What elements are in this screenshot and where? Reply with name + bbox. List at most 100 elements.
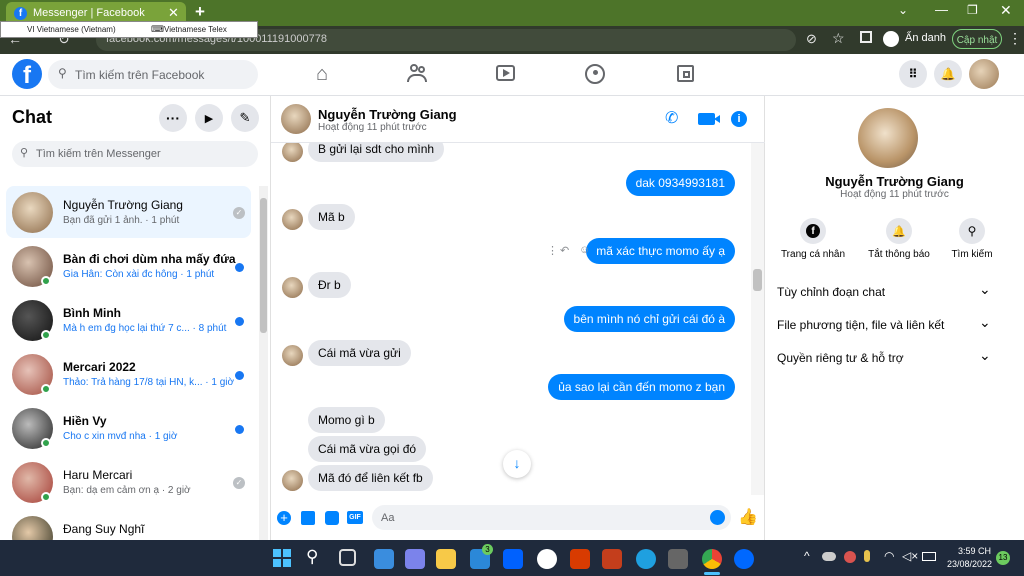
video-room-button[interactable]: ▶: [195, 104, 223, 132]
message-bubble-received[interactable]: Cái mã vừa gửi: [308, 340, 411, 366]
sidepanel-icon[interactable]: [860, 31, 872, 43]
facebook-logo-icon[interactable]: f: [12, 59, 42, 89]
close-window-button[interactable]: ✕: [1000, 2, 1012, 19]
bookmark-star-icon[interactable]: ☆: [832, 30, 845, 47]
conversation-item[interactable]: Nguyễn Trường Giang Bạn đã gửi 1 ảnh. · 1…: [6, 186, 251, 238]
mail-badge: 3: [482, 544, 493, 555]
battery-icon[interactable]: [922, 552, 936, 561]
github-icon[interactable]: [537, 549, 557, 569]
home-icon[interactable]: ⌂: [316, 63, 328, 86]
phone-call-icon[interactable]: ✆: [665, 108, 678, 128]
message-bubble-sent[interactable]: ủa sao lại cần đến momo z bạn: [548, 374, 735, 400]
react-emoji-icon[interactable]: ☺: [579, 244, 590, 256]
section-media-files[interactable]: File phương tiện, file và liên kết ⌄: [765, 311, 1005, 337]
message-bubble-received[interactable]: Mã đó để liên kết fb: [308, 465, 433, 491]
more-vertical-icon[interactable]: ⋮: [547, 244, 558, 257]
office-icon[interactable]: [570, 549, 590, 569]
gif-icon[interactable]: GIF: [347, 511, 363, 524]
task-view-icon[interactable]: [339, 549, 356, 566]
file-explorer-icon[interactable]: [436, 549, 456, 569]
conversation-item[interactable]: Hiền Vy Cho c xin mvđ nha · 1 giờ: [6, 402, 251, 454]
ime-language[interactable]: VI Vietnamese (Vietnam): [27, 25, 116, 34]
notifications-button[interactable]: 🔔: [934, 60, 962, 88]
dropbox-icon[interactable]: [503, 549, 523, 569]
message-input[interactable]: Aa: [372, 505, 731, 530]
cloud-icon[interactable]: [822, 552, 836, 561]
widgets-icon[interactable]: [374, 549, 394, 569]
section-privacy[interactable]: Quyền riêng tư & hỗ trợ ⌄: [765, 344, 1005, 370]
eye-off-icon[interactable]: ⊘: [806, 31, 817, 47]
tab-close-icon[interactable]: ✕: [168, 5, 179, 21]
video-call-icon[interactable]: [698, 113, 720, 125]
conversation-info-icon[interactable]: i: [731, 111, 747, 127]
show-hidden-icons[interactable]: ^: [804, 549, 810, 563]
microphone-icon[interactable]: [864, 550, 870, 562]
section-customize-chat[interactable]: Tùy chỉnh đoạn chat ⌄: [765, 278, 1005, 304]
chat-scrollbar-thumb[interactable]: [753, 269, 762, 291]
message-bubble-received[interactable]: Mã b: [308, 204, 355, 230]
friends-icon[interactable]: [407, 64, 427, 82]
zalo-icon[interactable]: [734, 549, 754, 569]
taskbar-search-icon[interactable]: ⚲: [306, 547, 318, 567]
message-bubble-sent[interactable]: bên mình nó chỉ gửi cái đó à: [563, 306, 735, 332]
message-bubble-sent[interactable]: dak 0934993181: [625, 170, 735, 196]
menu-grid-button[interactable]: ⠿: [899, 60, 927, 88]
minimize-button[interactable]: —: [935, 2, 948, 17]
emoji-icon[interactable]: [710, 510, 725, 525]
browser-menu-icon[interactable]: ⋮: [1008, 30, 1022, 47]
chevron-down-icon: ⌄: [979, 281, 991, 297]
account-avatar[interactable]: [969, 59, 999, 89]
watch-icon[interactable]: [496, 65, 515, 81]
tray-app-icon[interactable]: [844, 551, 856, 563]
profile-avatar[interactable]: [858, 108, 918, 168]
gaming-icon[interactable]: [677, 65, 694, 82]
action-search[interactable]: ⚲ Tìm kiếm: [950, 218, 994, 262]
clock-date[interactable]: 23/08/2022: [947, 559, 992, 569]
like-thumb-icon[interactable]: 👍: [738, 507, 758, 527]
notification-badge[interactable]: 13: [996, 551, 1010, 565]
scroll-to-bottom-button[interactable]: ↓: [503, 450, 531, 478]
sidebar-scrollbar-thumb[interactable]: [260, 198, 267, 333]
message-bubble-received[interactable]: Momo gì b: [308, 407, 385, 433]
sidebar-scrollbar[interactable]: [259, 186, 268, 540]
edge-icon[interactable]: [636, 549, 656, 569]
ime-method[interactable]: Vietnamese Telex: [164, 25, 227, 34]
groups-icon[interactable]: [585, 64, 605, 84]
facebook-search-box[interactable]: ⚲ Tìm kiếm trên Facebook: [48, 60, 258, 89]
tab-search-icon[interactable]: ⌄: [898, 3, 908, 17]
speaker-muted-icon[interactable]: ◁×: [902, 549, 918, 563]
conversation-item[interactable]: Đang Suy Nghĩ: [6, 510, 251, 540]
update-button[interactable]: Cập nhật: [952, 29, 1002, 49]
new-message-button[interactable]: ✎: [231, 104, 259, 132]
chat-contact-name[interactable]: Nguyễn Trường Giang: [318, 107, 457, 122]
chat-scrollbar[interactable]: [751, 143, 764, 495]
profile-name: Nguyễn Trường Giang: [825, 174, 964, 189]
conversation-item[interactable]: Mercari 2022 Thảo: Trả hàng 17/8 tại HN, …: [6, 348, 251, 400]
action-profile[interactable]: f Trang cá nhân: [780, 218, 846, 262]
new-tab-button[interactable]: +: [195, 2, 205, 22]
reply-icon[interactable]: ↶: [560, 244, 569, 257]
powerpoint-icon[interactable]: [602, 549, 622, 569]
action-mute[interactable]: 🔔 Tắt thông báo: [863, 218, 935, 262]
message-bubble-received[interactable]: B gửi lại sdt cho mình: [308, 143, 445, 162]
conversation-item[interactable]: Bình Minh Mà h em đg học lại thứ 7 c... ·…: [6, 294, 251, 346]
maximize-button[interactable]: ❐: [967, 3, 978, 17]
message-bubble-sent[interactable]: mã xác thực momo ấy ạ: [586, 238, 735, 264]
profile-label[interactable]: Ẩn danh: [905, 32, 946, 44]
wifi-icon[interactable]: ◠: [884, 549, 894, 563]
clock-time[interactable]: 3:59 CH: [958, 546, 991, 556]
chat-avatar[interactable]: [281, 104, 311, 134]
windows-start-icon[interactable]: [273, 549, 291, 567]
chrome-icon[interactable]: [702, 549, 722, 569]
conversation-item[interactable]: Haru Mercari Bạn: dạ em cảm ơn ạ · 2 giờ ✓: [6, 456, 251, 508]
sticker-icon[interactable]: [325, 511, 339, 525]
message-bubble-received[interactable]: Đr b: [308, 272, 351, 298]
options-button[interactable]: ···: [159, 104, 187, 132]
messenger-search-box[interactable]: ⚲ Tìm kiếm trên Messenger: [12, 141, 258, 167]
conversation-item[interactable]: Bàn đi chơi dùm nha mấy đứa Gia Hân: Còn …: [6, 240, 251, 292]
add-more-icon[interactable]: +: [277, 511, 291, 525]
teams-chat-icon[interactable]: [405, 549, 425, 569]
message-bubble-received[interactable]: Cái mã vừa gọi đó: [308, 436, 427, 462]
camera-icon[interactable]: [668, 549, 688, 569]
attach-image-icon[interactable]: [301, 511, 315, 525]
